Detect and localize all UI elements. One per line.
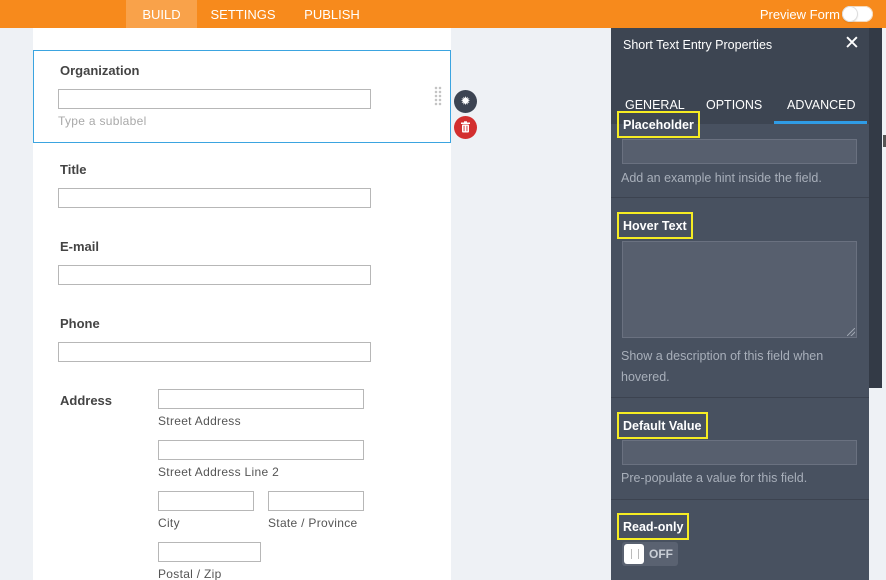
panel-title: Short Text Entry Properties — [623, 38, 773, 52]
title-input[interactable] — [58, 188, 371, 208]
panel-header: Short Text Entry Properties ✕ — [611, 28, 869, 62]
hover-text-textarea[interactable] — [622, 241, 857, 338]
tab-publish[interactable]: PUBLISH — [289, 0, 375, 28]
field-settings-button[interactable]: ✹ — [454, 90, 477, 113]
delete-field-button[interactable] — [454, 116, 477, 139]
top-navigation-bar: BUILD SETTINGS PUBLISH Preview Form — [0, 0, 886, 28]
default-value-section: Default Value Pre-populate a value for t… — [611, 398, 869, 500]
hover-text-help: Show a description of this field when ho… — [621, 349, 824, 384]
address-label: Address — [60, 393, 113, 408]
street-address-input[interactable] — [158, 389, 364, 409]
trash-icon — [461, 121, 470, 133]
gear-icon: ✹ — [460, 94, 471, 108]
close-icon[interactable]: ✕ — [844, 34, 860, 54]
tab-build[interactable]: BUILD — [126, 0, 197, 28]
state-sublabel: State / Province — [268, 516, 358, 530]
default-value-input[interactable] — [622, 440, 857, 465]
phone-input[interactable] — [58, 342, 371, 362]
city-sublabel: City — [158, 516, 180, 530]
email-input[interactable] — [58, 265, 371, 285]
email-label: E-mail — [60, 239, 100, 254]
hover-text-section: Hover Text Show a description of this fi… — [611, 198, 869, 398]
city-input[interactable] — [158, 491, 254, 511]
state-input[interactable] — [268, 491, 364, 511]
preview-form-toggle[interactable] — [842, 6, 873, 22]
organization-label: Organization — [60, 63, 140, 78]
street-address-sublabel: Street Address — [158, 414, 241, 428]
hover-text-label: Hover Text — [617, 212, 693, 239]
read-only-toggle[interactable]: OFF — [622, 542, 678, 566]
read-only-state: OFF — [649, 547, 673, 561]
placeholder-input[interactable] — [622, 139, 857, 164]
toggle-knob — [624, 544, 644, 564]
tab-settings[interactable]: SETTINGS — [197, 0, 289, 28]
default-value-help: Pre-populate a value for this field. — [621, 471, 808, 485]
postal-input[interactable] — [158, 542, 261, 562]
title-label: Title — [60, 162, 87, 177]
preview-form-label: Preview Form — [759, 7, 840, 22]
toggle-knob — [843, 7, 857, 21]
placeholder-section: Placeholder Add an example hint inside t… — [611, 96, 869, 198]
default-value-label: Default Value — [617, 412, 708, 439]
read-only-label: Read-only — [617, 513, 690, 540]
street-address-line2-input[interactable] — [158, 440, 364, 460]
placeholder-label: Placeholder — [617, 111, 700, 138]
phone-label: Phone — [60, 316, 100, 331]
placeholder-help: Add an example hint inside the field. — [621, 171, 822, 185]
organization-sublabel[interactable]: Type a sublabel — [58, 114, 147, 128]
panel-scrollbar-thumb[interactable] — [869, 28, 882, 388]
organization-input[interactable] — [58, 89, 371, 109]
drag-handle-icon[interactable] — [434, 86, 442, 106]
properties-panel: Short Text Entry Properties ✕ GENERAL OP… — [611, 28, 869, 580]
postal-sublabel: Postal / Zip — [158, 567, 222, 580]
resize-handle-icon[interactable] — [847, 328, 855, 336]
street-address-line2-sublabel: Street Address Line 2 — [158, 465, 280, 479]
